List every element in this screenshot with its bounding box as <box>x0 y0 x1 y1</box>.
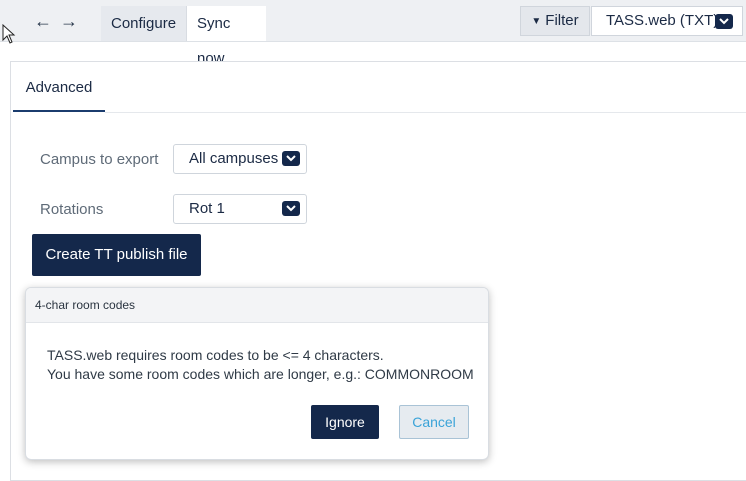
tab-sync-now-label: Sync now <box>197 15 231 67</box>
mouse-cursor-icon <box>2 24 16 44</box>
dialog-message-line-1: TASS.web requires room codes to be <= 4 … <box>47 347 384 363</box>
tab-divider <box>105 112 746 113</box>
tab-advanced-label: Advanced <box>25 79 93 96</box>
dialog-message: TASS.web requires room codes to be <= 4 … <box>47 346 474 384</box>
filter-funnel-icon: ▼ <box>531 16 542 27</box>
chevron-down-icon <box>282 201 300 216</box>
tab-sync-now[interactable]: Sync now <box>186 6 266 67</box>
export-format-select[interactable]: TASS.web (TXT) <box>591 6 743 36</box>
campus-label: Campus to export <box>40 151 159 168</box>
forward-arrow-icon[interactable]: → <box>59 11 79 31</box>
chevron-down-icon <box>282 151 300 166</box>
dialog-message-line-2: You have some room codes which are longe… <box>47 366 474 382</box>
tab-configure[interactable]: Configure <box>101 6 186 41</box>
filter-label: Filter <box>545 12 579 29</box>
chevron-down-icon <box>715 14 733 29</box>
rotations-label: Rotations <box>40 201 104 218</box>
ignore-button[interactable]: Ignore <box>311 405 379 439</box>
dialog-title: 4-char room codes <box>26 288 488 323</box>
room-codes-dialog: 4-char room codes TASS.web requires room… <box>25 287 489 460</box>
tab-configure-label: Configure <box>111 15 177 32</box>
back-arrow-icon[interactable]: ← <box>33 11 53 31</box>
tab-advanced[interactable]: Advanced <box>13 62 105 112</box>
rotations-value: Rot 1 <box>189 200 225 217</box>
top-toolbar: ← → Configure Sync now ▼ Filter TASS.web … <box>0 0 746 67</box>
filter-button[interactable]: ▼ Filter <box>520 6 590 36</box>
create-publish-file-button[interactable]: Create TT publish file <box>32 234 201 276</box>
campus-value: All campuses <box>189 150 279 167</box>
export-format-value: TASS.web (TXT) <box>606 12 719 29</box>
rotations-select[interactable]: Rot 1 <box>173 194 307 224</box>
campus-select[interactable]: All campuses <box>173 144 307 174</box>
cancel-button[interactable]: Cancel <box>399 405 469 439</box>
